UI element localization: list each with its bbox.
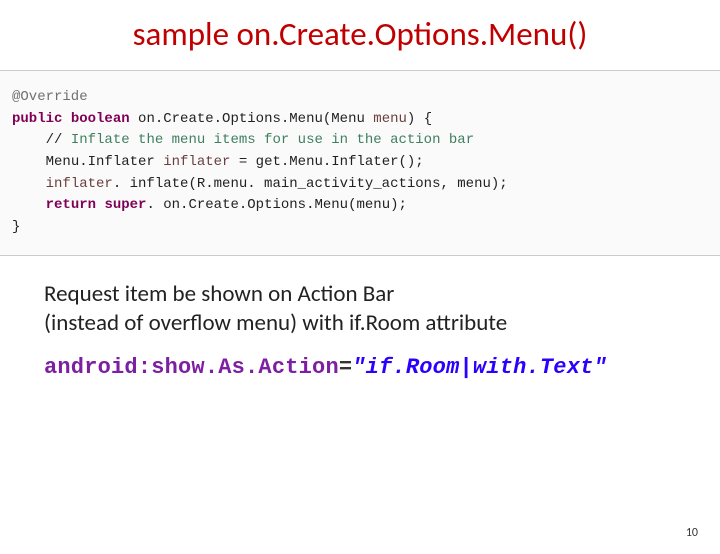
caption: Request item be shown on Action Bar (ins… [44,280,720,338]
xml-snippet: android:show.As.Action="if.Room|with.Tex… [44,355,720,380]
kw-return: return [46,197,96,213]
l5-rest: . on.Create.Options.Menu(menu); [146,197,406,213]
l3-type: Menu.Inflater [46,154,164,170]
param-type: Menu [331,111,373,127]
l4-var: inflater [46,176,113,192]
kw-super: super [104,197,146,213]
method-name: on.Create.Options.Menu [130,111,323,127]
brace-open: { [424,111,432,127]
l3-call: get.Menu.Inflater(); [256,154,424,170]
xml-val: "if.Room|with.Text" [352,355,607,380]
page-number: 10 [686,526,698,540]
slide-title: sample on.Create.Options.Menu() [0,14,720,54]
brace-close: } [12,219,20,235]
close-paren: ) [407,111,415,127]
comment-text: Inflate the menu items for use in the ac… [71,132,474,148]
caption-line2: (instead of overflow menu) with if.Room … [44,309,507,337]
l3-var: inflater [163,154,230,170]
code-block: @Override public boolean on.Create.Optio… [0,70,720,256]
xml-attr: android:show.As.Action [44,355,339,380]
kw-public: public [12,111,62,127]
caption-line1: Request item be shown on Action Bar [44,280,394,308]
comment-slashes: // [46,132,71,148]
code-annotation: @Override [12,89,88,105]
kw-boolean: boolean [71,111,130,127]
l4-rest: . inflate(R.menu. main_activity_actions,… [113,176,508,192]
xml-eq: = [339,355,352,380]
param-name: menu [373,111,407,127]
l3-eq: = [230,154,255,170]
